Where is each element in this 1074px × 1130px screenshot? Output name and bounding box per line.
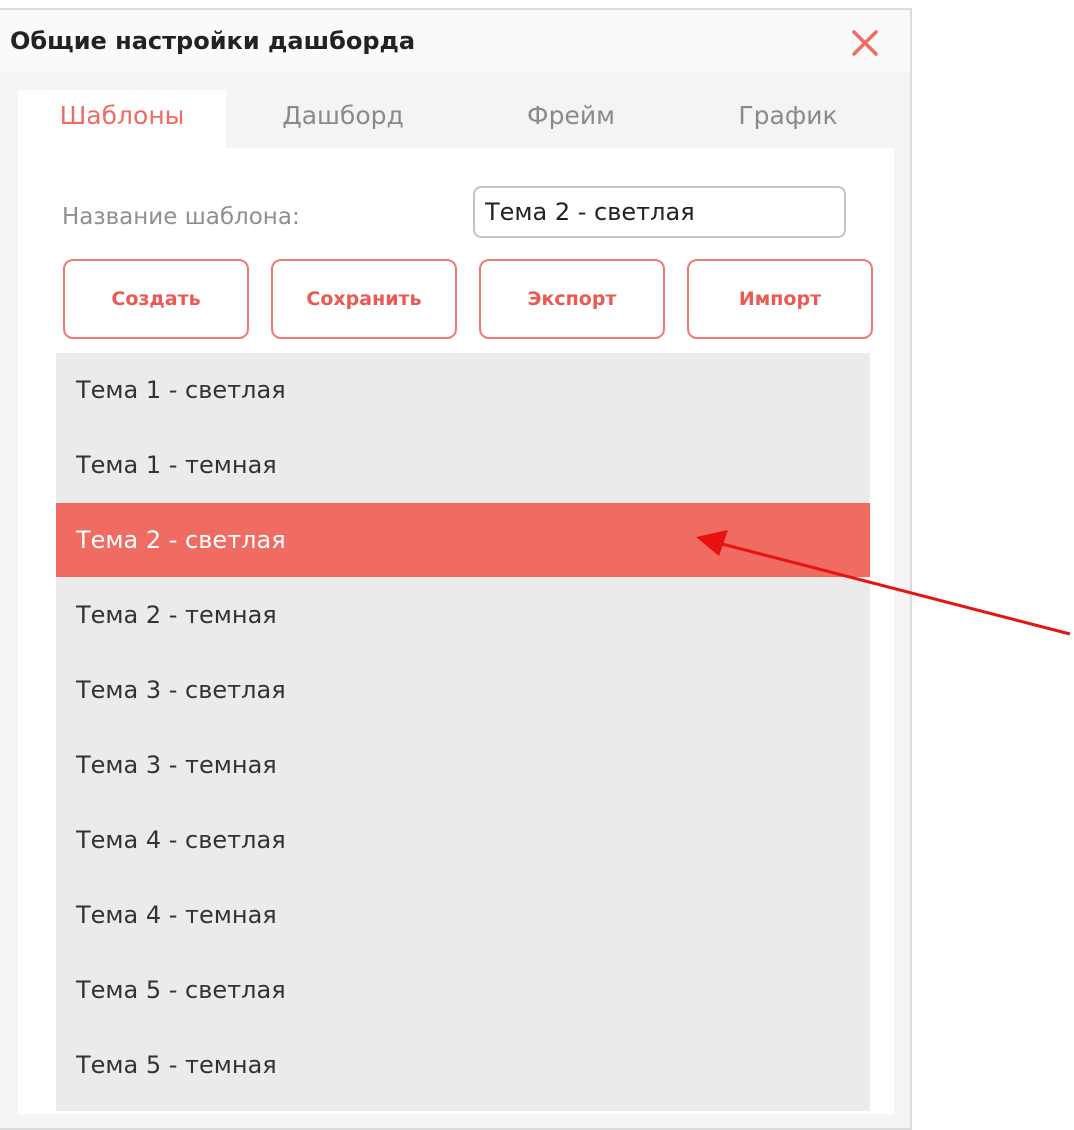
theme-list: Тема 1 - светлая Тема 1 - темная Тема 2 … [56,353,870,1111]
create-button[interactable]: Создать [63,259,249,339]
tab-templates[interactable]: Шаблоны [18,90,226,148]
theme-item[interactable]: Тема 3 - светлая [56,653,870,727]
dialog-titlebar: Общие настройки дашборда [0,10,910,72]
settings-tabs: Шаблоны Дашборд Фрейм График [18,90,894,148]
theme-item[interactable]: Тема 1 - темная [56,428,870,502]
save-button[interactable]: Сохранить [271,259,457,339]
dashboard-settings-dialog: Общие настройки дашборда Шаблоны Дашборд… [0,8,912,1130]
screenshot: Общие настройки дашборда Шаблоны Дашборд… [0,0,1074,1130]
tab-frame[interactable]: Фрейм [460,90,682,148]
theme-item-selected[interactable]: Тема 2 - светлая [56,503,870,577]
theme-item[interactable]: Тема 5 - темная [56,1028,870,1102]
tab-dashboard[interactable]: Дашборд [226,90,460,148]
theme-item[interactable]: Тема 1 - светлая [56,353,870,427]
export-button[interactable]: Экспорт [479,259,665,339]
theme-item[interactable]: Тема 4 - темная [56,878,870,952]
import-button[interactable]: Импорт [687,259,873,339]
templates-panel: Название шаблона: Создать Сохранить Эксп… [18,148,894,1114]
theme-item[interactable]: Тема 5 - светлая [56,953,870,1027]
close-icon [852,30,878,56]
tab-chart[interactable]: График [682,90,894,148]
theme-item[interactable]: Тема 2 - темная [56,578,870,652]
theme-item[interactable]: Тема 4 - светлая [56,803,870,877]
dialog-title: Общие настройки дашборда [10,27,416,55]
template-name-input[interactable] [473,186,846,238]
template-name-label: Название шаблона: [62,204,300,230]
close-button[interactable] [846,24,884,62]
theme-item[interactable]: Тема 3 - темная [56,728,870,802]
